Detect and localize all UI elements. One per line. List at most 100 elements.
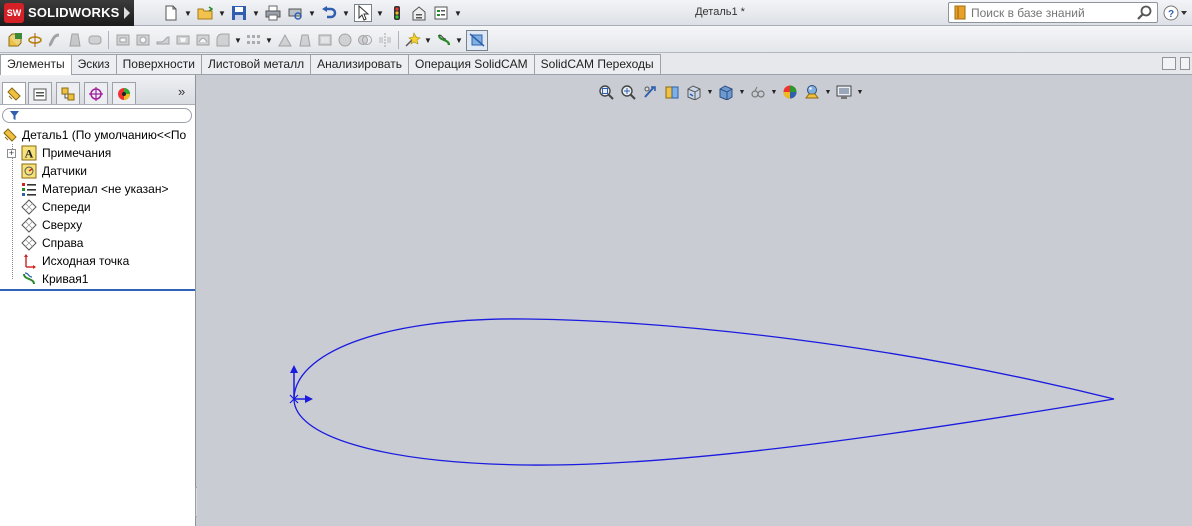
options-icon[interactable] — [432, 4, 450, 22]
tab-sheet-metal[interactable]: Листовой металл — [200, 54, 312, 74]
tree-item-curve[interactable]: Кривая1 — [0, 270, 195, 288]
solidworks-logo-badge: SW — [4, 3, 24, 23]
reference-geometry-icon[interactable] — [404, 31, 421, 49]
tree-item-annotations[interactable]: + A Примечания — [0, 144, 195, 162]
tab-solidcam-operation[interactable]: Операция SolidCAM — [408, 54, 535, 74]
curve-canvas — [289, 318, 1115, 466]
more-tabs-chevron-icon[interactable]: » — [178, 84, 185, 99]
menu-expand-arrow-icon[interactable] — [124, 7, 130, 19]
tree-item-top-plane[interactable]: Сверху — [0, 216, 195, 234]
dimxpert-manager-tab[interactable] — [84, 82, 108, 104]
boundary-boss-icon[interactable] — [86, 31, 103, 49]
new-dropdown-arrow-icon[interactable]: ▼ — [184, 4, 192, 22]
reference-geometry-dropdown-arrow-icon[interactable]: ▼ — [424, 31, 432, 49]
help-icon[interactable]: ? — [1162, 3, 1188, 23]
mirror-icon[interactable] — [376, 31, 393, 49]
command-manager-toolbar: ▼ ▼ ▼ ▼ — [0, 26, 1192, 53]
revolved-cut-icon[interactable] — [134, 31, 151, 49]
feature-manager-panel: » Деталь1 (По умолчанию<<По + A Примечан… — [0, 75, 196, 526]
revolved-boss-icon[interactable] — [26, 31, 43, 49]
undo-dropdown-arrow-icon[interactable]: ▼ — [342, 4, 350, 22]
print-preview-icon[interactable] — [286, 4, 304, 22]
intersect-icon[interactable] — [356, 31, 373, 49]
open-dropdown-arrow-icon[interactable]: ▼ — [218, 4, 226, 22]
solidworks-logo-text: SOLIDWORKS — [28, 5, 120, 20]
fillet-dropdown-arrow-icon[interactable]: ▼ — [234, 31, 242, 49]
solidworks-menu-button[interactable]: SW SOLIDWORKS — [0, 0, 134, 26]
graphics-area[interactable]: ▼ ▼ ▼ ▼ ▼ — [197, 75, 1192, 526]
save-icon[interactable] — [230, 4, 248, 22]
tab-surfaces[interactable]: Поверхности — [115, 54, 202, 74]
swept-cut-icon[interactable] — [154, 31, 171, 49]
swept-boss-icon[interactable] — [46, 31, 63, 49]
expand-plus-icon[interactable]: + — [7, 149, 16, 158]
file-properties-icon[interactable] — [410, 4, 428, 22]
knowledge-base-search[interactable] — [948, 2, 1158, 23]
tree-item-material[interactable]: Материал <не указан> — [0, 180, 195, 198]
svg-text:?: ? — [1168, 9, 1174, 20]
print-dropdown-arrow-icon[interactable]: ▼ — [308, 4, 316, 22]
print-icon[interactable] — [264, 4, 282, 22]
property-manager-tab[interactable] — [28, 82, 52, 104]
configuration-manager-icon — [61, 87, 75, 100]
tile-windows-icon[interactable] — [1162, 57, 1176, 70]
display-manager-icon — [118, 87, 130, 100]
rib-icon[interactable] — [276, 31, 293, 49]
pattern-dropdown-arrow-icon[interactable]: ▼ — [265, 31, 273, 49]
search-input[interactable] — [971, 5, 1131, 20]
new-document-icon[interactable] — [162, 4, 180, 22]
tree-filter-input[interactable] — [2, 108, 192, 123]
tree-item-right-plane[interactable]: Справа — [0, 234, 195, 252]
tree-root-part[interactable]: Деталь1 (По умолчанию<<По — [0, 126, 195, 144]
airfoil-curve[interactable] — [293, 318, 1115, 466]
origin-icon — [24, 254, 36, 269]
tree-item-sensors[interactable]: Датчики — [0, 162, 195, 180]
configuration-manager-tab[interactable] — [56, 82, 80, 104]
plane-icon — [21, 217, 37, 233]
wrap-icon[interactable] — [336, 31, 353, 49]
svg-text:A: A — [25, 147, 34, 161]
curves-icon[interactable] — [435, 31, 452, 49]
display-manager-tab[interactable] — [112, 82, 136, 104]
document-title: Деталь1 * — [695, 6, 745, 18]
plane-icon — [21, 199, 37, 215]
search-icon[interactable] — [1137, 5, 1153, 21]
tree-item-origin[interactable]: Исходная точка — [0, 252, 195, 270]
quick-access-toolbar: ▼ ▼ ▼ ▼ ▼ ▼ ▼ — [162, 2, 462, 24]
tab-solidcam-transitions[interactable]: SolidCAM Переходы — [533, 54, 661, 74]
shell-icon[interactable] — [316, 31, 333, 49]
tab-features[interactable]: Элементы — [0, 54, 72, 75]
select-dropdown-arrow-icon[interactable]: ▼ — [376, 4, 384, 22]
lofted-boss-icon[interactable] — [66, 31, 83, 49]
feature-manager-tab[interactable] — [2, 82, 26, 104]
command-manager-tabs: Элементы Эскиз Поверхности Листовой мета… — [0, 53, 1192, 75]
boundary-cut-icon[interactable] — [194, 31, 211, 49]
feature-tree: Деталь1 (По умолчанию<<По + A Примечания… — [0, 126, 195, 288]
tree-item-label: Датчики — [42, 164, 87, 178]
save-dropdown-arrow-icon[interactable]: ▼ — [252, 4, 260, 22]
tab-evaluate[interactable]: Анализировать — [310, 54, 410, 74]
rebuild-traffic-light-icon[interactable] — [388, 4, 406, 22]
part-icon — [3, 128, 17, 142]
undo-icon[interactable] — [320, 4, 338, 22]
instant3d-icon[interactable] — [466, 29, 488, 51]
curves-dropdown-arrow-icon[interactable]: ▼ — [455, 31, 463, 49]
toolbar-separator — [108, 31, 109, 49]
lofted-cut-icon[interactable] — [174, 31, 191, 49]
options-dropdown-arrow-icon[interactable]: ▼ — [454, 4, 462, 22]
tree-item-front-plane[interactable]: Спереди — [0, 198, 195, 216]
open-folder-icon[interactable] — [196, 4, 214, 22]
select-pointer-icon[interactable] — [354, 4, 372, 22]
linear-pattern-icon[interactable] — [245, 31, 262, 49]
restore-window-icon[interactable] — [1180, 57, 1190, 70]
extruded-boss-icon[interactable] — [6, 31, 23, 49]
tree-item-label: Кривая1 — [42, 272, 89, 286]
fillet-icon[interactable] — [214, 31, 231, 49]
draft-icon[interactable] — [296, 31, 313, 49]
knowledge-book-icon — [954, 5, 966, 20]
tab-sketch[interactable]: Эскиз — [70, 54, 117, 74]
toolbar-separator — [398, 31, 399, 49]
extruded-cut-icon[interactable] — [114, 31, 131, 49]
rollback-bar[interactable] — [0, 289, 195, 291]
filter-icon — [10, 111, 19, 120]
